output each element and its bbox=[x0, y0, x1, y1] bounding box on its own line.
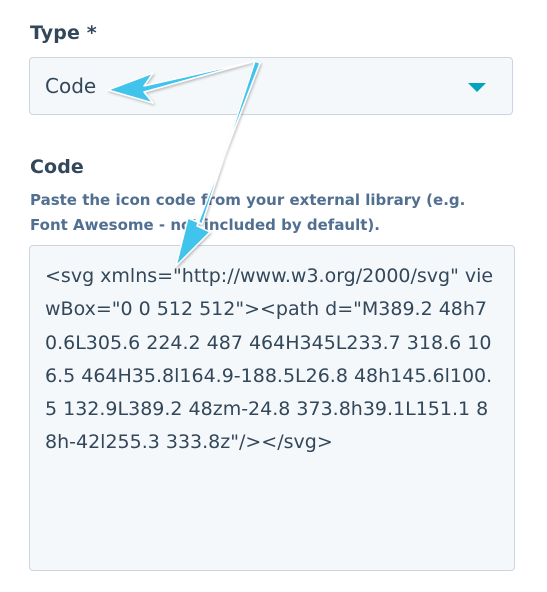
code-field-label: Code bbox=[30, 156, 84, 178]
code-textarea[interactable]: <svg xmlns="http://www.w3.org/2000/svg" … bbox=[29, 245, 515, 571]
type-field-label: Type * bbox=[30, 22, 97, 44]
type-select[interactable]: Code bbox=[29, 57, 513, 115]
chevron-down-icon bbox=[468, 83, 486, 92]
type-select-value: Code bbox=[45, 74, 97, 98]
code-help-text: Paste the icon code from your external l… bbox=[30, 191, 466, 234]
